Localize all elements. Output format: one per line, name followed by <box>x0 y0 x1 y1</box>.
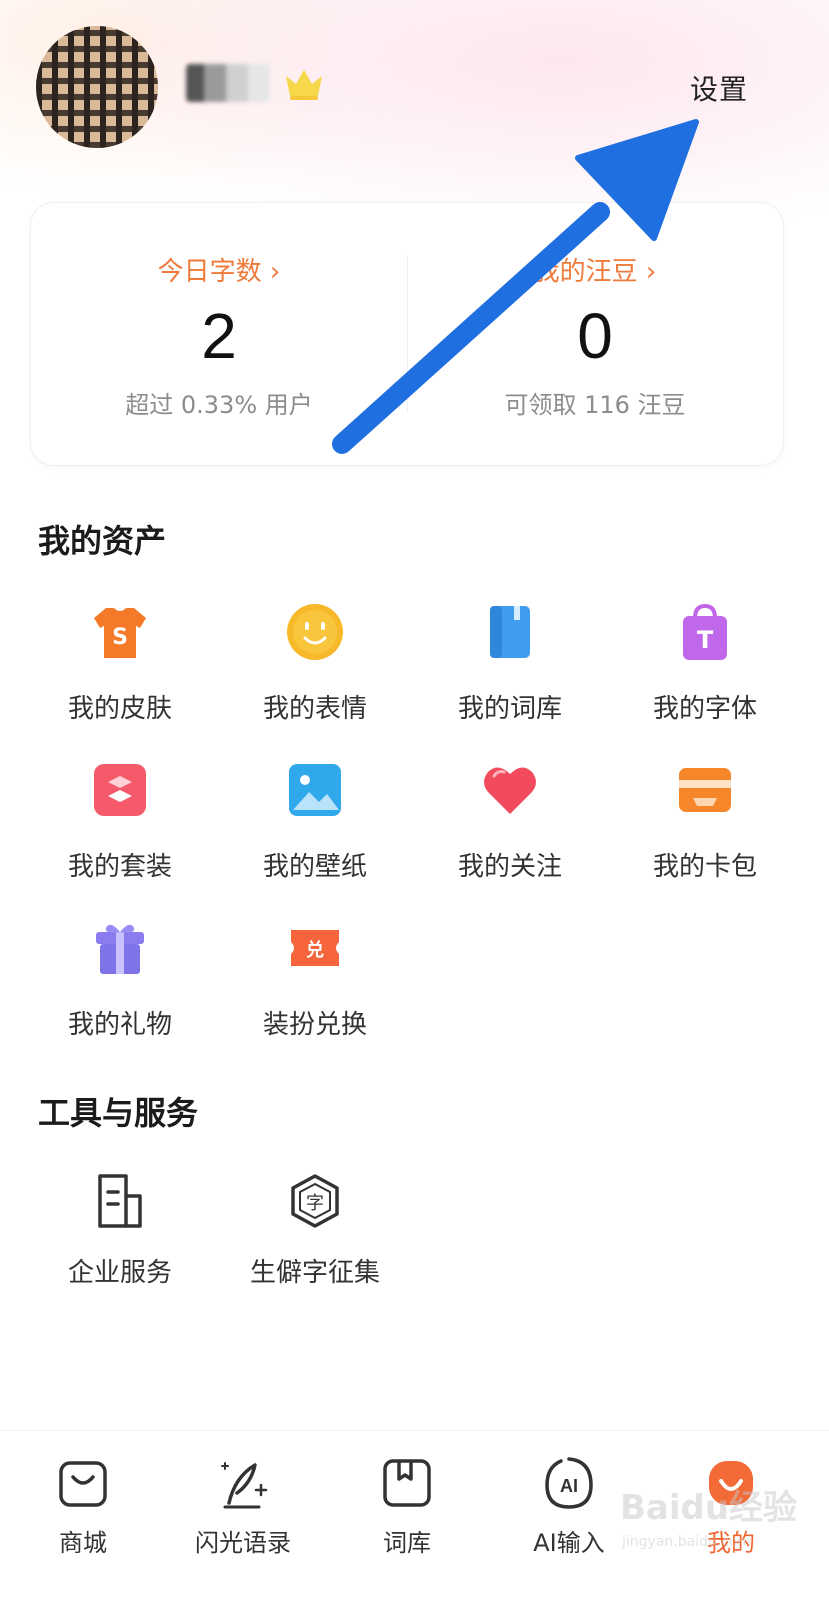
asset-skin[interactable]: S 我的皮肤 <box>22 602 218 725</box>
tool-label: 企业服务 <box>67 1258 172 1288</box>
settings-link[interactable]: 设置 <box>690 68 748 108</box>
baidu-watermark: Baidu经验 jingyan.baidu.com <box>620 1480 820 1560</box>
word-count-link[interactable]: 今日字数 › <box>31 251 407 288</box>
wallpaper-icon <box>289 764 341 816</box>
nav-label: 商城 <box>59 1529 107 1557</box>
asset-label: 我的关注 <box>457 852 562 882</box>
rare-char-icon: 字 <box>291 1174 339 1228</box>
smiley-icon <box>287 604 343 660</box>
word-count-subtext: 超过 0.33% 用户 <box>125 391 313 419</box>
suit-icon <box>94 764 146 816</box>
quill-icon <box>221 1462 268 1509</box>
tool-enterprise[interactable]: 企业服务 <box>22 1172 218 1289</box>
asset-label: 我的表情 <box>262 694 367 724</box>
font-bag-icon: T <box>683 603 727 660</box>
svg-text:AI: AI <box>560 1476 578 1496</box>
asset-follows[interactable]: 我的关注 <box>412 760 608 883</box>
book-icon <box>490 606 530 658</box>
watermark-url: jingyan.baidu.com <box>622 1534 752 1550</box>
asset-dictionary[interactable]: 我的词库 <box>412 602 608 725</box>
shirt-icon: S <box>94 608 146 658</box>
nav-item-quotes[interactable]: 闪光语录 <box>168 1455 318 1558</box>
tools-section-title: 工具与服务 <box>38 1094 199 1132</box>
tool-label: 生僻字征集 <box>249 1258 380 1288</box>
watermark-brand: Baidu经验 <box>620 1488 798 1528</box>
svg-text:T: T <box>697 626 714 654</box>
beans-link[interactable]: 我的汪豆 › <box>407 251 783 288</box>
word-count-value: 2 <box>201 300 237 372</box>
assets-section-title: 我的资产 <box>38 522 167 560</box>
svg-text:兑: 兑 <box>306 939 324 961</box>
asset-emoji[interactable]: 我的表情 <box>217 602 413 725</box>
profile-header: 设置 <box>0 0 829 190</box>
avatar[interactable] <box>36 26 158 148</box>
stats-card: 今日字数 › 2 超过 0.33% 用户 我的汪豆 › 0 可领取 116 汪豆 <box>30 202 784 466</box>
asset-gift[interactable]: 我的礼物 <box>22 918 218 1041</box>
tool-rare-char[interactable]: 字 生僻字征集 <box>217 1172 413 1289</box>
asset-label: 我的字体 <box>652 694 757 724</box>
asset-label: 我的词库 <box>457 694 562 724</box>
asset-wallet[interactable]: 我的卡包 <box>607 760 803 883</box>
ai-icon: AI <box>545 1457 593 1509</box>
stat-beans[interactable]: 我的汪豆 › 0 可领取 116 汪豆 <box>407 203 783 465</box>
asset-font[interactable]: T 我的字体 <box>607 602 803 725</box>
svg-text:字: 字 <box>306 1193 324 1214</box>
asset-label: 我的礼物 <box>67 1010 172 1040</box>
asset-suit[interactable]: 我的套装 <box>22 760 218 883</box>
nav-label: 闪光语录 <box>195 1529 291 1557</box>
ticket-icon: 兑 <box>291 930 339 966</box>
nav-item-shop[interactable]: 商城 <box>8 1455 158 1558</box>
asset-label: 装扮兑换 <box>262 1010 367 1040</box>
asset-label: 我的卡包 <box>652 852 757 882</box>
gift-icon <box>96 924 144 974</box>
asset-label: 我的套装 <box>67 852 172 882</box>
wallet-icon <box>679 768 731 812</box>
heart-icon <box>484 767 536 814</box>
bookmark-book-icon <box>383 1459 431 1507</box>
shop-bag-icon <box>59 1461 107 1507</box>
enterprise-icon <box>98 1174 142 1228</box>
beans-subtext: 可领取 116 汪豆 <box>504 391 686 419</box>
nav-label: 词库 <box>383 1529 431 1557</box>
username-blurred[interactable] <box>186 64 270 102</box>
stat-word-count[interactable]: 今日字数 › 2 超过 0.33% 用户 <box>31 203 407 465</box>
nav-item-dictionary[interactable]: 词库 <box>332 1455 482 1558</box>
asset-label: 我的壁纸 <box>262 852 367 882</box>
beans-value: 0 <box>577 300 613 372</box>
asset-wallpaper[interactable]: 我的壁纸 <box>217 760 413 883</box>
vip-badge-icon <box>286 70 322 100</box>
asset-redeem[interactable]: 兑 装扮兑换 <box>217 918 413 1041</box>
svg-text:S: S <box>112 625 128 650</box>
asset-label: 我的皮肤 <box>67 694 172 724</box>
